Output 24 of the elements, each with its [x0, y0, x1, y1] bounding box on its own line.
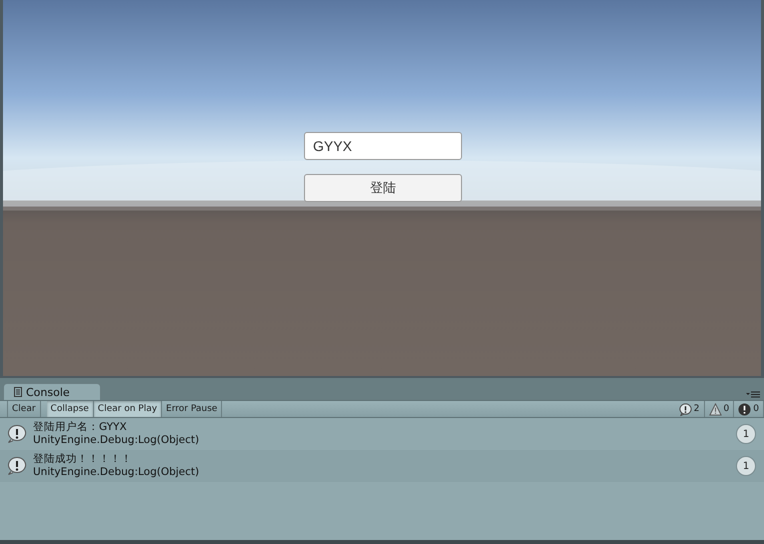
- toolbar-button[interactable]: Clear: [7, 401, 41, 417]
- stack-trace: UnityEngine.Debug:Log(Object): [33, 434, 200, 447]
- counter-toggle[interactable]: 0: [734, 401, 764, 417]
- info-icon: [7, 424, 27, 444]
- count-badge: 1: [736, 424, 756, 444]
- stack-trace: UnityEngine.Debug:Log(Object): [33, 466, 200, 479]
- document-icon: [14, 387, 22, 397]
- toolbar-button[interactable]: Clear on Play: [94, 401, 162, 417]
- warning-icon: [708, 402, 722, 416]
- counter-toggle[interactable]: 2: [674, 401, 705, 417]
- tab-label: Console: [26, 386, 70, 398]
- info-icon: [678, 402, 692, 416]
- log-message: 登陆用户名：GYYX: [33, 421, 128, 434]
- counter-toggle[interactable]: 0: [704, 401, 734, 417]
- error-icon: [738, 402, 752, 416]
- toolbar-button[interactable]: Collapse: [46, 401, 94, 417]
- toolbar-button[interactable]: Error Pause: [162, 401, 222, 417]
- info-icon: [7, 456, 27, 476]
- log-message: 登陆成功！！！！！: [33, 453, 133, 466]
- text-field[interactable]: GYYX: [304, 132, 462, 160]
- login-button[interactable]: 登陆: [304, 174, 462, 202]
- menu-icon[interactable]: [746, 391, 760, 398]
- count-badge: 1: [736, 456, 756, 476]
- console-tab[interactable]: Console: [3, 383, 101, 400]
